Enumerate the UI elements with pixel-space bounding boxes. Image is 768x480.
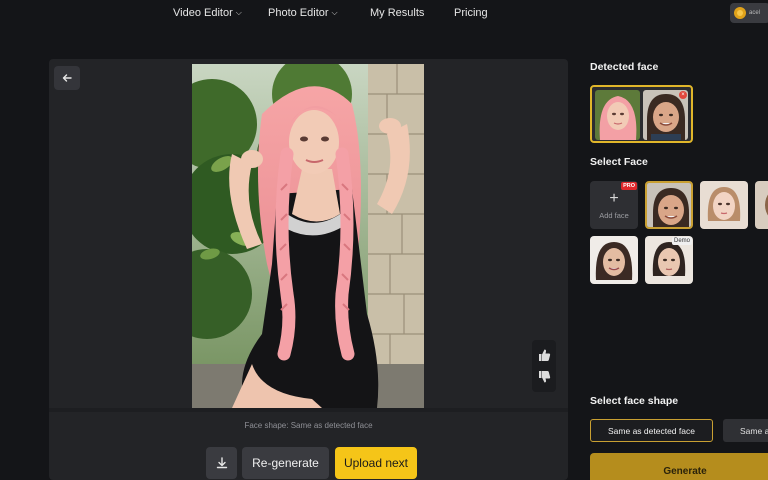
nav-photo-editor[interactable]: Photo Editor ⌵: [268, 7, 338, 19]
face-option-image: [590, 236, 638, 284]
face-option-image: [700, 181, 748, 229]
select-face-shape-heading: Select face shape: [590, 395, 679, 407]
app-root: Video Editor ⌵ Photo Editor ⌵ My Results…: [0, 0, 768, 480]
chevron-down-icon: ⌵: [331, 8, 338, 17]
editor-panel: Face shape: Same as detected face Re-gen…: [49, 59, 568, 480]
target-face-thumb: ×: [643, 90, 688, 140]
detected-face-heading: Detected face: [590, 61, 659, 73]
select-face-heading: Select Face: [590, 156, 648, 168]
generate-button[interactable]: Generate: [590, 453, 768, 480]
nav-pricing-label: Pricing: [454, 7, 488, 19]
photo-stage-floor: [49, 408, 568, 412]
detected-face-thumb: [595, 90, 640, 140]
face-option-5[interactable]: Demo: [645, 236, 693, 284]
back-button[interactable]: [54, 66, 80, 90]
face-option-4[interactable]: [590, 236, 638, 284]
face-shape-caption: Face shape: Same as detected face: [244, 421, 373, 430]
add-face-button[interactable]: + Add face PRO: [590, 181, 638, 229]
account-chip[interactable]: acel: [730, 3, 768, 23]
face-option-3[interactable]: [755, 181, 768, 229]
upload-next-button[interactable]: Upload next: [335, 447, 417, 479]
rating-box: [532, 340, 556, 392]
face-option-image: [647, 183, 691, 227]
action-bar: Re-generate Upload next: [206, 447, 417, 479]
pro-badge: PRO: [621, 182, 637, 190]
detected-face-card[interactable]: ×: [590, 85, 693, 143]
regenerate-button[interactable]: Re-generate: [242, 447, 329, 479]
plus-icon: +: [609, 189, 619, 207]
download-icon: [216, 457, 227, 469]
demo-badge: Demo: [671, 237, 692, 245]
result-photo-image: [192, 64, 424, 408]
coin-icon: [734, 7, 746, 19]
add-face-label: Add face: [599, 210, 629, 220]
chevron-down-icon: ⌵: [235, 8, 242, 17]
account-chip-text: acel: [749, 10, 761, 16]
nav-my-results-label: My Results: [370, 7, 425, 19]
thumbs-up-icon[interactable]: [537, 348, 551, 362]
nav-my-results[interactable]: My Results: [370, 7, 424, 19]
face-option-1[interactable]: [645, 181, 693, 229]
shape-option-2[interactable]: Same a: [723, 419, 768, 442]
nav-pricing[interactable]: Pricing: [454, 7, 488, 19]
nav-video-editor-label: Video Editor: [173, 7, 233, 19]
top-nav: Video Editor ⌵ Photo Editor ⌵ My Results…: [0, 0, 768, 30]
detected-face-image: [595, 90, 640, 140]
nav-photo-editor-label: Photo Editor: [268, 7, 329, 19]
face-option-2[interactable]: [700, 181, 748, 229]
close-icon[interactable]: ×: [679, 91, 687, 99]
thumbs-down-icon[interactable]: [537, 370, 551, 384]
shape-option-same-as-detected[interactable]: Same as detected face: [590, 419, 713, 442]
download-button[interactable]: [206, 447, 237, 479]
nav-video-editor[interactable]: Video Editor ⌵: [173, 7, 242, 19]
face-option-image: [755, 181, 768, 229]
result-photo: [192, 64, 424, 408]
arrow-left-icon: [62, 74, 72, 82]
